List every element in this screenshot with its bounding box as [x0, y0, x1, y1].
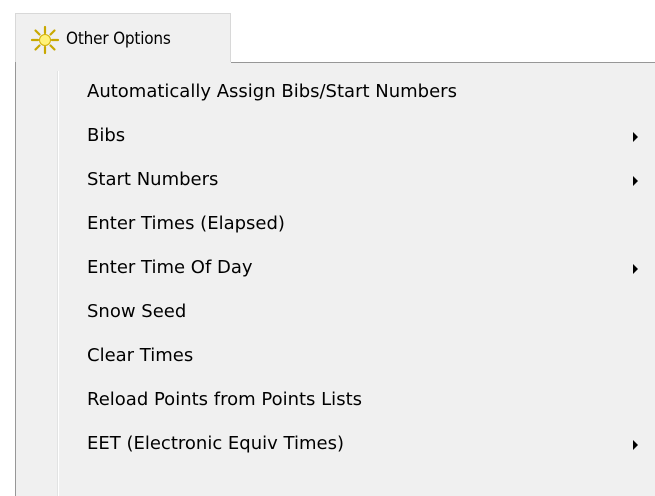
menu-item-bibs[interactable]: Bibs: [17, 115, 653, 159]
menu-item-label: Snow Seed: [87, 301, 187, 322]
sun-icon: [30, 25, 60, 55]
submenu-arrow-icon: [633, 176, 638, 186]
menu-item-label: Enter Time Of Day: [87, 257, 253, 278]
menu-item-label: Start Numbers: [87, 169, 219, 190]
menu-item-label: Automatically Assign Bibs/Start Numbers: [87, 81, 457, 102]
menu-item-snow-seed[interactable]: Snow Seed: [17, 291, 653, 335]
menu-title: Other Options: [66, 29, 171, 49]
menu-item-reload-points[interactable]: Reload Points from Points Lists: [17, 379, 653, 423]
menu-item-enter-times-elapsed[interactable]: Enter Times (Elapsed): [17, 203, 653, 247]
menu-item-label: EET (Electronic Equiv Times): [87, 433, 344, 454]
menu-item-start-numbers[interactable]: Start Numbers: [17, 159, 653, 203]
menu-item-enter-time-of-day[interactable]: Enter Time Of Day: [17, 247, 653, 291]
submenu-arrow-icon: [633, 132, 638, 142]
other-options-menu-button[interactable]: Other Options: [15, 13, 231, 63]
menu-item-label: Clear Times: [87, 345, 194, 366]
menu-item-clear-times[interactable]: Clear Times: [17, 335, 653, 379]
menu-item-label: Bibs: [87, 125, 126, 146]
submenu-arrow-icon: [633, 264, 638, 274]
submenu-arrow-icon: [633, 440, 638, 450]
menu-item-label: Reload Points from Points Lists: [87, 389, 363, 410]
menu-item-eet[interactable]: EET (Electronic Equiv Times): [17, 423, 653, 467]
menu-item-label: Enter Times (Elapsed): [87, 213, 285, 234]
menu-item-auto-assign-bibs[interactable]: Automatically Assign Bibs/Start Numbers: [17, 71, 653, 115]
dropdown-top-gap: [16, 62, 231, 63]
other-options-dropdown: Automatically Assign Bibs/Start Numbers …: [15, 62, 655, 496]
